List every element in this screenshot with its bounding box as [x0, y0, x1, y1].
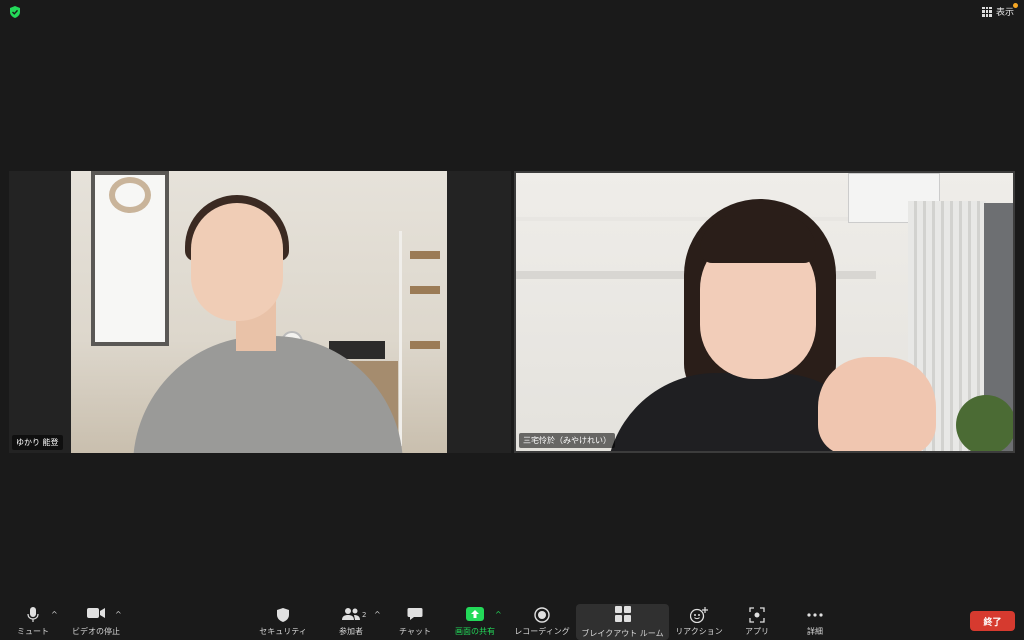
more-label: 詳細	[807, 627, 823, 636]
view-button[interactable]: 表示	[981, 3, 1018, 18]
mute-button[interactable]: ミュート	[14, 605, 52, 638]
reactions-button[interactable]: リアクション	[673, 605, 725, 638]
apps-button[interactable]: アプリ	[741, 605, 773, 638]
apps-icon	[749, 607, 765, 623]
participants-label: 参加者	[339, 627, 363, 636]
emoji-plus-icon	[690, 607, 708, 623]
video-tile-left[interactable]: ゆかり 能登	[9, 171, 511, 453]
video-feed	[71, 171, 447, 453]
view-label: 表示	[995, 8, 1014, 18]
share-screen-label: 画面の共有	[455, 627, 495, 636]
meeting-toolbar: ミュート ^ ビデオの停止 ^ セキュリティ 参加者 2 ^ チャット 画面の共…	[0, 601, 1024, 640]
video-tile-right[interactable]: 三宅怜於（みやけれい）	[514, 171, 1015, 453]
shield-check-icon[interactable]	[8, 5, 22, 19]
record-icon	[534, 607, 550, 623]
notification-dot	[1013, 3, 1018, 8]
video-camera-icon	[87, 608, 105, 618]
share-screen-button[interactable]: 画面の共有	[453, 605, 497, 638]
security-button[interactable]: セキュリティ	[258, 605, 308, 638]
more-dots-icon	[807, 613, 823, 617]
apps-label: アプリ	[745, 627, 769, 636]
participants-count: 2	[362, 611, 367, 619]
microphone-icon	[27, 607, 39, 622]
shield-icon	[277, 608, 289, 622]
grid-icon	[981, 6, 992, 17]
record-label: レコーディング	[514, 627, 570, 636]
reactions-label: リアクション	[675, 627, 723, 636]
breakout-rooms-icon	[614, 606, 631, 622]
participants-options-caret[interactable]: ^	[374, 610, 381, 619]
participant-name-label: 三宅怜於（みやけれい）	[519, 433, 615, 448]
participants-button[interactable]: 参加者	[336, 605, 366, 638]
mute-label: ミュート	[17, 627, 49, 636]
chat-bubble-icon	[407, 608, 423, 620]
mute-options-caret[interactable]: ^	[51, 610, 58, 619]
share-options-caret[interactable]: ^	[495, 610, 502, 619]
chat-button[interactable]: チャット	[397, 605, 433, 638]
security-label: セキュリティ	[259, 627, 307, 636]
breakout-rooms-button[interactable]: ブレイクアウト ルーム	[576, 604, 669, 640]
video-feed	[516, 173, 1013, 451]
breakout-rooms-label: ブレイクアウト ルーム	[581, 629, 664, 638]
share-screen-icon	[466, 607, 484, 621]
chat-label: チャット	[399, 627, 431, 636]
people-icon	[342, 608, 360, 620]
end-meeting-button[interactable]: 終了	[970, 611, 1015, 631]
more-button[interactable]: 詳細	[800, 605, 830, 638]
participant-name-label: ゆかり 能登	[12, 435, 63, 450]
video-options-caret[interactable]: ^	[115, 610, 122, 619]
record-button[interactable]: レコーディング	[511, 605, 573, 638]
stop-video-label: ビデオの停止	[72, 627, 120, 636]
